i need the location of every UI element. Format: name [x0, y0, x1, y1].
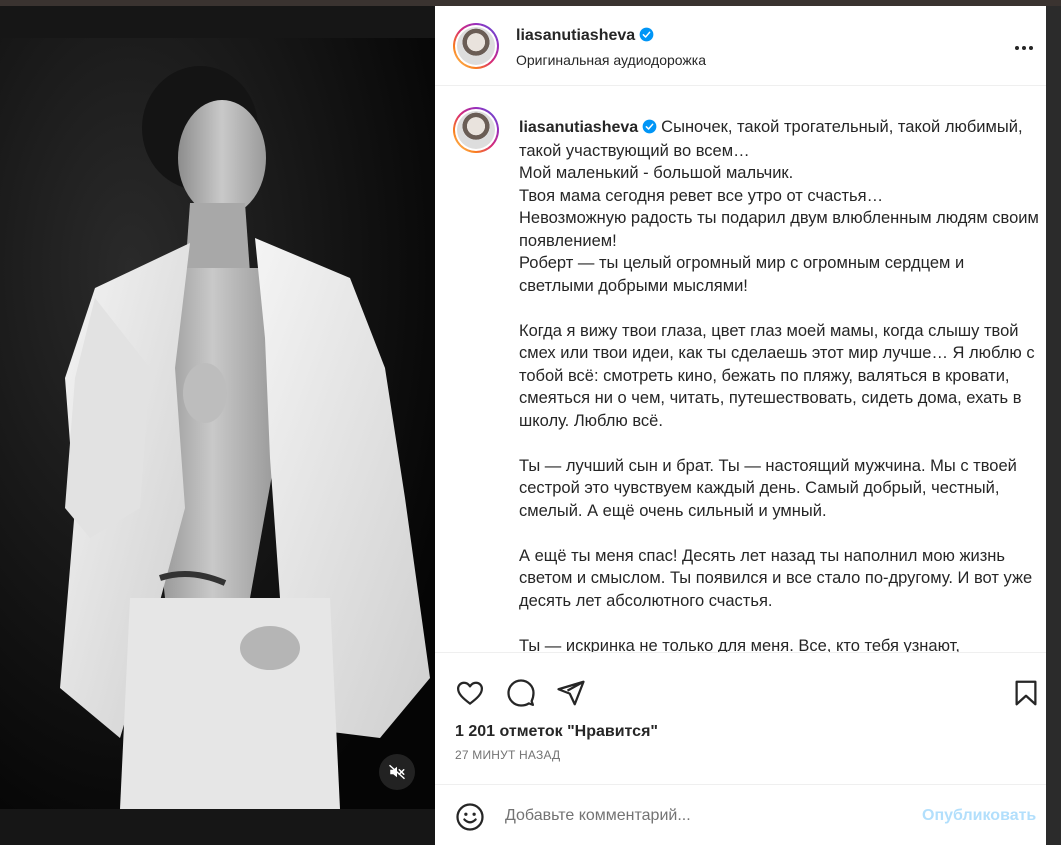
caption-body: Сыночек, такой трогательный, такой любим… — [519, 118, 1039, 652]
author-username[interactable]: liasanutiasheva — [516, 27, 654, 45]
likes-count[interactable]: 1 201 отметок "Нравится" — [455, 723, 658, 741]
verified-badge-icon — [639, 27, 654, 42]
heart-icon[interactable] — [455, 678, 485, 708]
media-letterbox-bottom — [0, 809, 435, 845]
post-photo — [0, 38, 435, 809]
bookmark-icon[interactable] — [1011, 678, 1041, 708]
emoji-icon[interactable] — [455, 802, 485, 832]
post-media[interactable] — [0, 6, 435, 845]
post-side-panel: liasanutiasheva Оригинальная аудиодорожк… — [435, 6, 1046, 845]
caption-avatar[interactable] — [453, 107, 499, 153]
comment-input[interactable] — [505, 803, 905, 829]
post-timestamp[interactable]: 27 МИНУТ НАЗАД — [455, 748, 560, 762]
more-horizontal-icon[interactable] — [1012, 36, 1036, 60]
post-actions: 1 201 отметок "Нравится" 27 МИНУТ НАЗАД — [435, 652, 1046, 796]
verified-badge-icon — [642, 119, 657, 134]
comment-bar: Опубликовать — [435, 784, 1046, 845]
comment-icon[interactable] — [506, 678, 536, 708]
page-backdrop-right — [1046, 6, 1061, 845]
caption-text: liasanutiasheva Сыночек, такой трогательн… — [519, 116, 1039, 652]
caption-username[interactable]: liasanutiasheva — [519, 119, 657, 136]
mute-toggle-button[interactable] — [379, 754, 415, 790]
post-header: liasanutiasheva Оригинальная аудиодорожк… — [435, 6, 1046, 86]
author-avatar[interactable] — [453, 23, 499, 69]
audio-label[interactable]: Оригинальная аудиодорожка — [516, 52, 706, 68]
post-caption: liasanutiasheva Сыночек, такой трогательн… — [453, 107, 1043, 652]
send-icon[interactable] — [556, 678, 586, 708]
media-letterbox-top — [0, 6, 435, 38]
publish-button[interactable]: Опубликовать — [922, 807, 1036, 825]
speaker-muted-icon — [388, 764, 406, 780]
